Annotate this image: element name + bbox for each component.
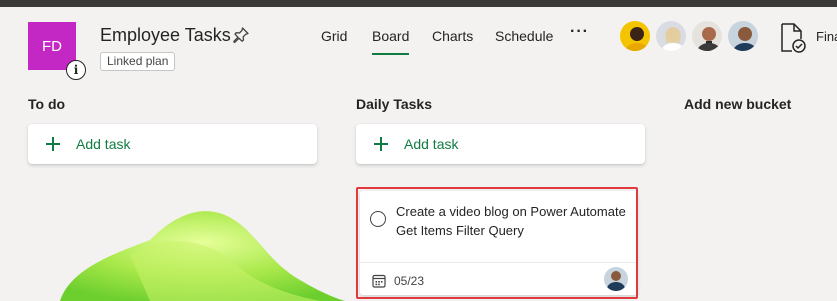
add-task-button-to-do[interactable]: Add task — [28, 124, 317, 164]
tab-board[interactable]: Board — [372, 28, 409, 44]
add-new-bucket-button[interactable]: Add new bucket — [684, 96, 791, 112]
bucket-title-to-do[interactable]: To do — [28, 96, 65, 112]
top-app-bar — [0, 0, 837, 7]
linked-plan-badge: Linked plan — [100, 52, 176, 71]
tab-grid[interactable]: Grid — [321, 28, 347, 44]
add-task-label: Add task — [76, 136, 131, 152]
more-options-icon[interactable]: ··· — [570, 23, 589, 41]
task-title[interactable]: Create a video blog on Power Automate Ge… — [396, 202, 626, 240]
plus-icon — [374, 137, 388, 151]
plan-title: Employee Tasks — [100, 25, 231, 45]
member-avatar-4[interactable] — [726, 19, 760, 53]
member-avatar-2[interactable] — [654, 19, 688, 53]
calendar-icon — [372, 274, 386, 288]
task-card-divider — [360, 262, 638, 263]
file-label[interactable]: Fina — [816, 29, 837, 44]
add-task-button-daily-tasks[interactable]: Add task — [356, 124, 645, 164]
plus-icon — [46, 137, 60, 151]
bucket-title-daily-tasks[interactable]: Daily Tasks — [356, 96, 432, 112]
active-tab-indicator — [372, 53, 409, 55]
tab-charts[interactable]: Charts — [432, 28, 473, 44]
member-avatar-1[interactable] — [618, 19, 652, 53]
add-task-label: Add task — [404, 136, 459, 152]
task-assignee-avatar[interactable] — [604, 267, 628, 291]
plan-initials: FD — [42, 37, 62, 55]
plan-header: FD i Employee Tasks Linked plan Grid Boa… — [0, 7, 837, 87]
member-avatar-3[interactable] — [690, 19, 724, 53]
task-card[interactable]: Create a video blog on Power Automate Ge… — [360, 191, 638, 295]
task-due-date[interactable]: 05/23 — [394, 274, 424, 288]
info-icon[interactable]: i — [66, 60, 86, 80]
file-sync-icon[interactable] — [778, 22, 808, 54]
tab-schedule[interactable]: Schedule — [495, 28, 553, 44]
background-illustration — [60, 211, 345, 301]
complete-task-checkbox[interactable] — [370, 211, 386, 227]
pin-icon[interactable] — [232, 26, 250, 44]
